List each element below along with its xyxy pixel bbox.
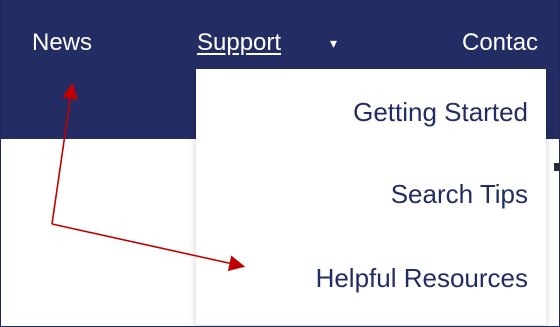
page-edge-mark: [554, 163, 559, 171]
nav-news-link[interactable]: News: [32, 29, 92, 57]
dropdown-item-search-tips[interactable]: Search Tips: [391, 179, 528, 209]
browser-frame: News Support ▾ Contac Getting Started Se…: [0, 0, 560, 327]
dropdown-item-getting-started[interactable]: Getting Started: [353, 97, 528, 127]
nav-support-link[interactable]: Support: [197, 29, 281, 57]
chevron-down-icon: ▾: [330, 35, 338, 51]
top-navigation-bar: News Support ▾ Contac: [1, 1, 559, 69]
support-dropdown-menu: Getting Started Search Tips Helpful Reso…: [196, 69, 546, 325]
nav-contact-link[interactable]: Contac: [462, 29, 538, 57]
dropdown-item-helpful-resources[interactable]: Helpful Resources: [316, 263, 528, 293]
